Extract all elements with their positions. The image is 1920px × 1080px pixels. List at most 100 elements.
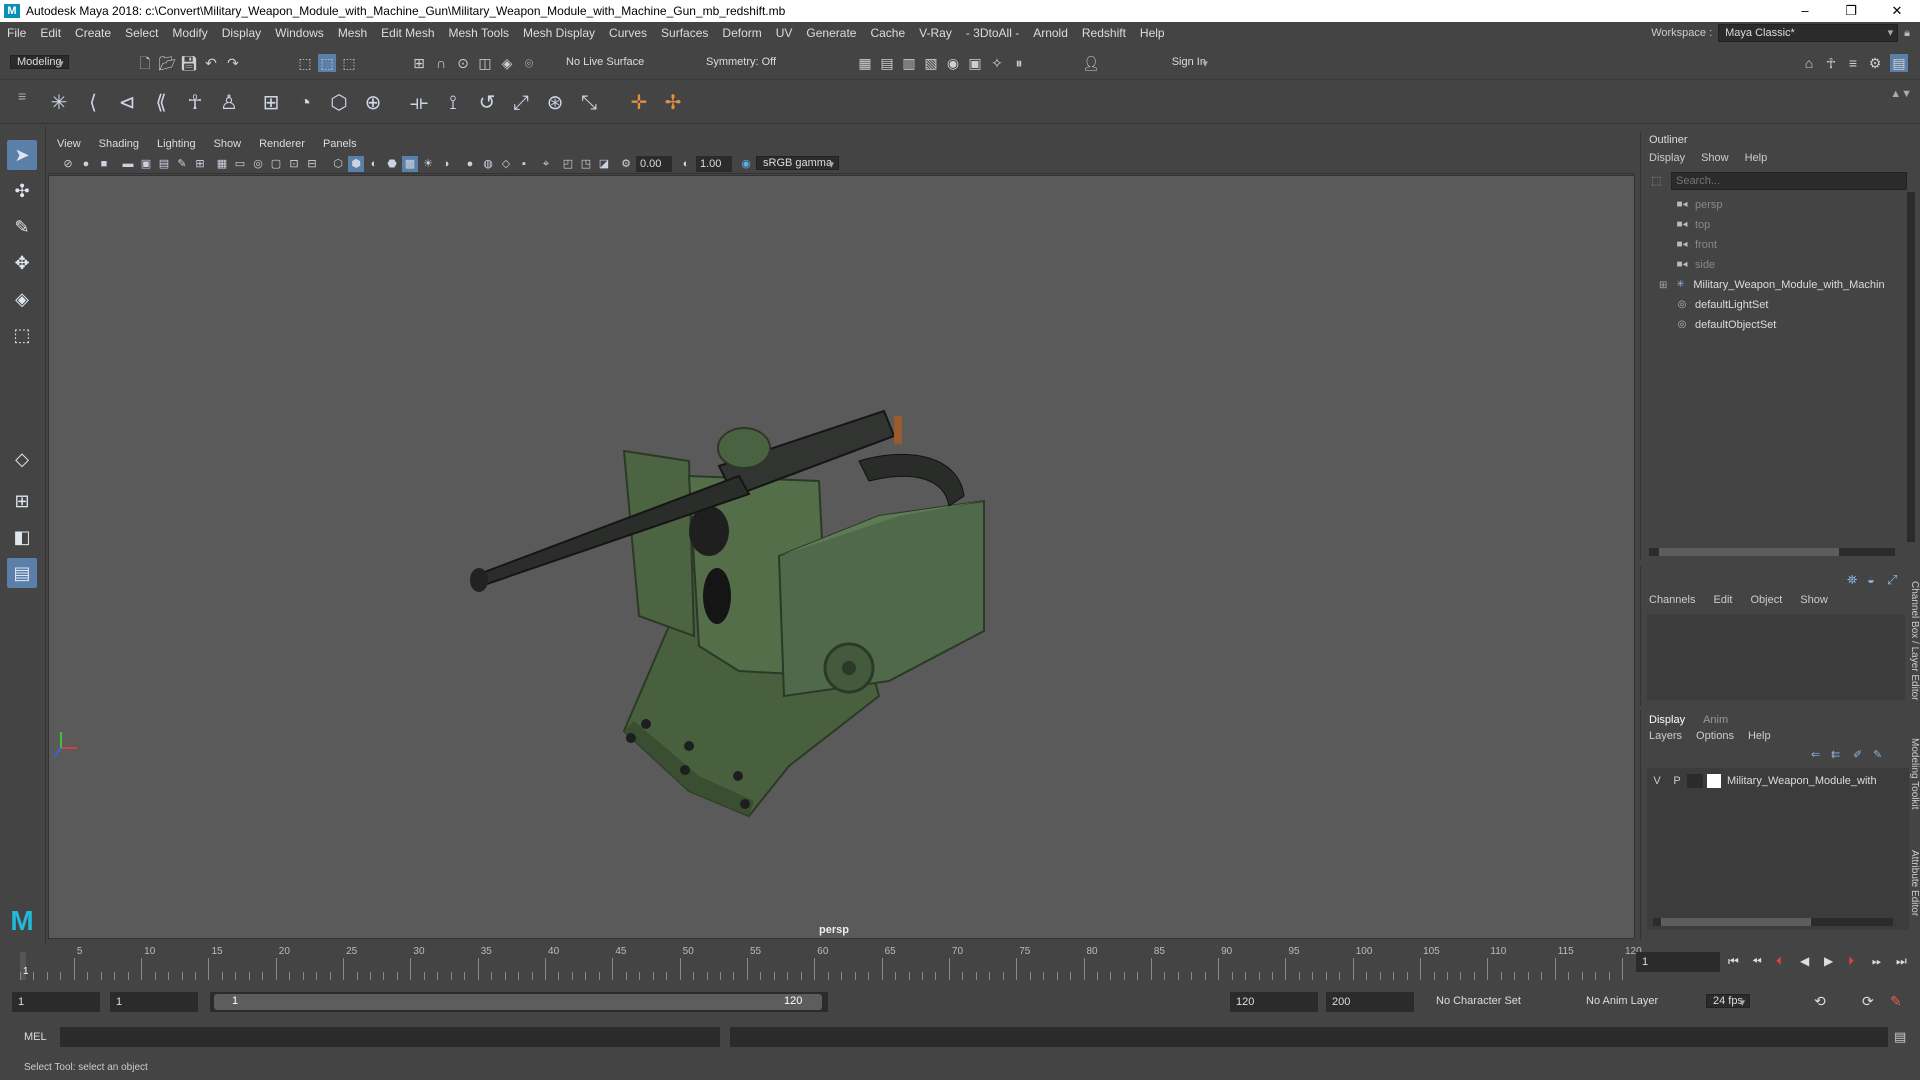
command-language-label[interactable]: MEL — [24, 1031, 47, 1043]
playback-end-field[interactable]: 120 — [1230, 992, 1318, 1012]
modeling-toolkit-icon[interactable]: ⌂ — [1800, 54, 1818, 72]
outliner-item-persp[interactable]: ■◂ persp — [1675, 196, 1722, 214]
aim-constraint-icon[interactable]: ⊛ — [540, 88, 570, 118]
move-tool-icon[interactable]: ✥ — [7, 248, 37, 278]
viewport-menu-show[interactable]: Show — [205, 138, 251, 150]
default-material-icon[interactable]: ◐ — [366, 156, 382, 172]
select-hierarchy-icon[interactable]: ⬚ — [296, 54, 314, 72]
scale-constraint-icon[interactable]: ⤢ — [506, 88, 536, 118]
motion-blur-icon[interactable]: ◍ — [480, 156, 496, 172]
anim-layer-dropdown[interactable]: No Anim Layer — [1586, 995, 1658, 1007]
menu-mesh-display[interactable]: Mesh Display — [516, 26, 602, 40]
layer-tab-anim[interactable]: Anim — [1703, 714, 1728, 726]
pause-icon[interactable]: ⏸︎ — [1010, 54, 1028, 72]
grid-icon[interactable]: ⊞ — [192, 156, 208, 172]
layer-menu-options[interactable]: Options — [1696, 730, 1734, 742]
step-back-frame-icon[interactable]: ⏴︎ — [1776, 954, 1782, 969]
step-forward-frame-icon[interactable]: ⏵︎ — [1848, 954, 1854, 969]
workspace-dropdown[interactable]: Maya Classic* — [1718, 24, 1899, 42]
playback-start-field[interactable]: 1 — [110, 992, 198, 1012]
script-editor-icon[interactable]: ▤ — [1894, 1029, 1906, 1045]
exposure-field[interactable]: 0.00 — [636, 156, 672, 172]
channel-menu-object[interactable]: Object — [1750, 594, 1782, 606]
outliner-search-input[interactable] — [1671, 172, 1907, 190]
live-surface-label[interactable]: No Live Surface — [566, 56, 644, 68]
maximize-icon[interactable]: ❐ — [1828, 0, 1874, 22]
outliner-h-scrollbar[interactable] — [1649, 548, 1895, 556]
locator-icon[interactable]: ✛ — [624, 88, 654, 118]
outliner-item-front[interactable]: ■◂ front — [1675, 236, 1717, 254]
outliner-menu-display[interactable]: Display — [1649, 152, 1685, 164]
menu-modify[interactable]: Modify — [165, 26, 214, 40]
camera-lock-icon[interactable]: ● — [78, 156, 94, 172]
camera-attributes-icon[interactable]: ■ — [96, 156, 112, 172]
new-scene-icon[interactable]: 🗋 — [136, 54, 154, 72]
sign-in-dropdown[interactable]: Sign In — [1165, 56, 1212, 68]
light-editor-icon[interactable]: ✧ — [988, 54, 1006, 72]
menu-set-dropdown[interactable]: Modeling — [10, 55, 69, 69]
ipr-render-icon[interactable]: ▥ — [900, 54, 918, 72]
viewport-menu-lighting[interactable]: Lighting — [148, 138, 205, 150]
preferences-icon[interactable]: ✎ — [1890, 993, 1902, 1010]
lock-icon[interactable]: 🔒︎ — [1904, 27, 1910, 40]
human-ik-shelf-icon[interactable]: ♙ — [214, 88, 244, 118]
menu-curves[interactable]: Curves — [602, 26, 654, 40]
mel-command-input[interactable] — [60, 1027, 720, 1047]
select-tool-icon[interactable]: ➤ — [7, 140, 37, 170]
cluster-icon[interactable]: ⊕ — [358, 88, 388, 118]
xray-icon[interactable]: ◰ — [560, 156, 576, 172]
outliner-menu-show[interactable]: Show — [1701, 152, 1729, 164]
layer-menu-help[interactable]: Help — [1748, 730, 1771, 742]
lattice-icon[interactable]: ⬡ — [324, 88, 354, 118]
snap-grid-icon[interactable]: ⊞ — [410, 54, 428, 72]
menu-arnold[interactable]: Arnold — [1026, 26, 1075, 40]
shadows-icon[interactable]: ◑ — [438, 156, 454, 172]
layer-playback-toggle[interactable]: P — [1667, 775, 1687, 787]
tool-toggle-icon[interactable]: ⤢ — [1887, 572, 1897, 588]
single-view-icon[interactable]: ◇ — [7, 444, 37, 474]
new-layer-icon[interactable]: ✐ — [1853, 748, 1862, 761]
hypershade-icon[interactable]: ◉ — [944, 54, 962, 72]
character-set-dropdown[interactable]: No Character Set — [1436, 995, 1521, 1007]
redo-icon[interactable]: ↷ — [224, 54, 242, 72]
expand-icon[interactable]: ⊞ — [1659, 280, 1667, 291]
animation-end-field[interactable]: 200 — [1326, 992, 1414, 1012]
animation-start-field[interactable]: 1 — [12, 992, 100, 1012]
save-scene-icon[interactable]: 💾︎ — [180, 54, 198, 72]
menu-edit[interactable]: Edit — [33, 26, 68, 40]
paint-weights-icon[interactable]: ⊞ — [256, 88, 286, 118]
viewport-persp[interactable]: persp — [48, 175, 1635, 939]
select-component-icon[interactable]: ⬚ — [340, 54, 358, 72]
outliner-item-default-object-set[interactable]: ◎ defaultObjectSet — [1675, 316, 1777, 334]
move-layer-down-icon[interactable]: ⇇ — [1831, 748, 1840, 761]
use-all-lights-icon[interactable]: ☀︎ — [420, 156, 436, 172]
range-bar[interactable]: 1 120 — [210, 992, 828, 1012]
parent-constraint-icon[interactable]: ⟛ — [404, 88, 434, 118]
menu-create[interactable]: Create — [68, 26, 118, 40]
loop-icon[interactable]: ⟲ — [1814, 993, 1826, 1010]
range-handle[interactable] — [214, 994, 822, 1010]
attribute-toggle-icon[interactable]: ◒ — [1867, 572, 1875, 587]
viewport-menu-shading[interactable]: Shading — [90, 138, 148, 150]
color-management-icon[interactable]: ◉ — [738, 156, 754, 172]
step-back-key-icon[interactable]: ⏪︎ — [1752, 954, 1762, 969]
layer-menu-layers[interactable]: Layers — [1649, 730, 1682, 742]
render-settings-icon[interactable]: ▧ — [922, 54, 940, 72]
menu-vray[interactable]: V-Ray — [912, 26, 959, 40]
grease-pencil-icon[interactable]: ✎ — [174, 156, 190, 172]
fps-dropdown[interactable]: 24 fps — [1706, 994, 1750, 1008]
gamma-icon[interactable]: ◐ — [678, 156, 694, 172]
quick-rig-icon[interactable]: ☥ — [180, 88, 210, 118]
menu-3dtoall[interactable]: - 3DtoAll - — [959, 26, 1026, 40]
safe-action-icon[interactable]: ⊡ — [286, 156, 302, 172]
menu-select[interactable]: Select — [118, 26, 165, 40]
orient-constraint-icon[interactable]: ↺ — [472, 88, 502, 118]
undo-icon[interactable]: ↶ — [202, 54, 220, 72]
move-layer-up-icon[interactable]: ⇐ — [1811, 748, 1820, 761]
channel-box-toggle-icon[interactable]: ⛯ — [1847, 572, 1857, 588]
image-plane-icon[interactable]: ▣ — [138, 156, 154, 172]
outliner-item-military-weapon[interactable]: ⊞ ✳ Military_Weapon_Module_with_Machin — [1659, 276, 1885, 294]
pole-vector-icon[interactable]: ⤡ — [574, 88, 604, 118]
new-layer-selected-icon[interactable]: ✎ — [1873, 748, 1882, 761]
snap-view-icon[interactable]: ◫ — [476, 54, 494, 72]
